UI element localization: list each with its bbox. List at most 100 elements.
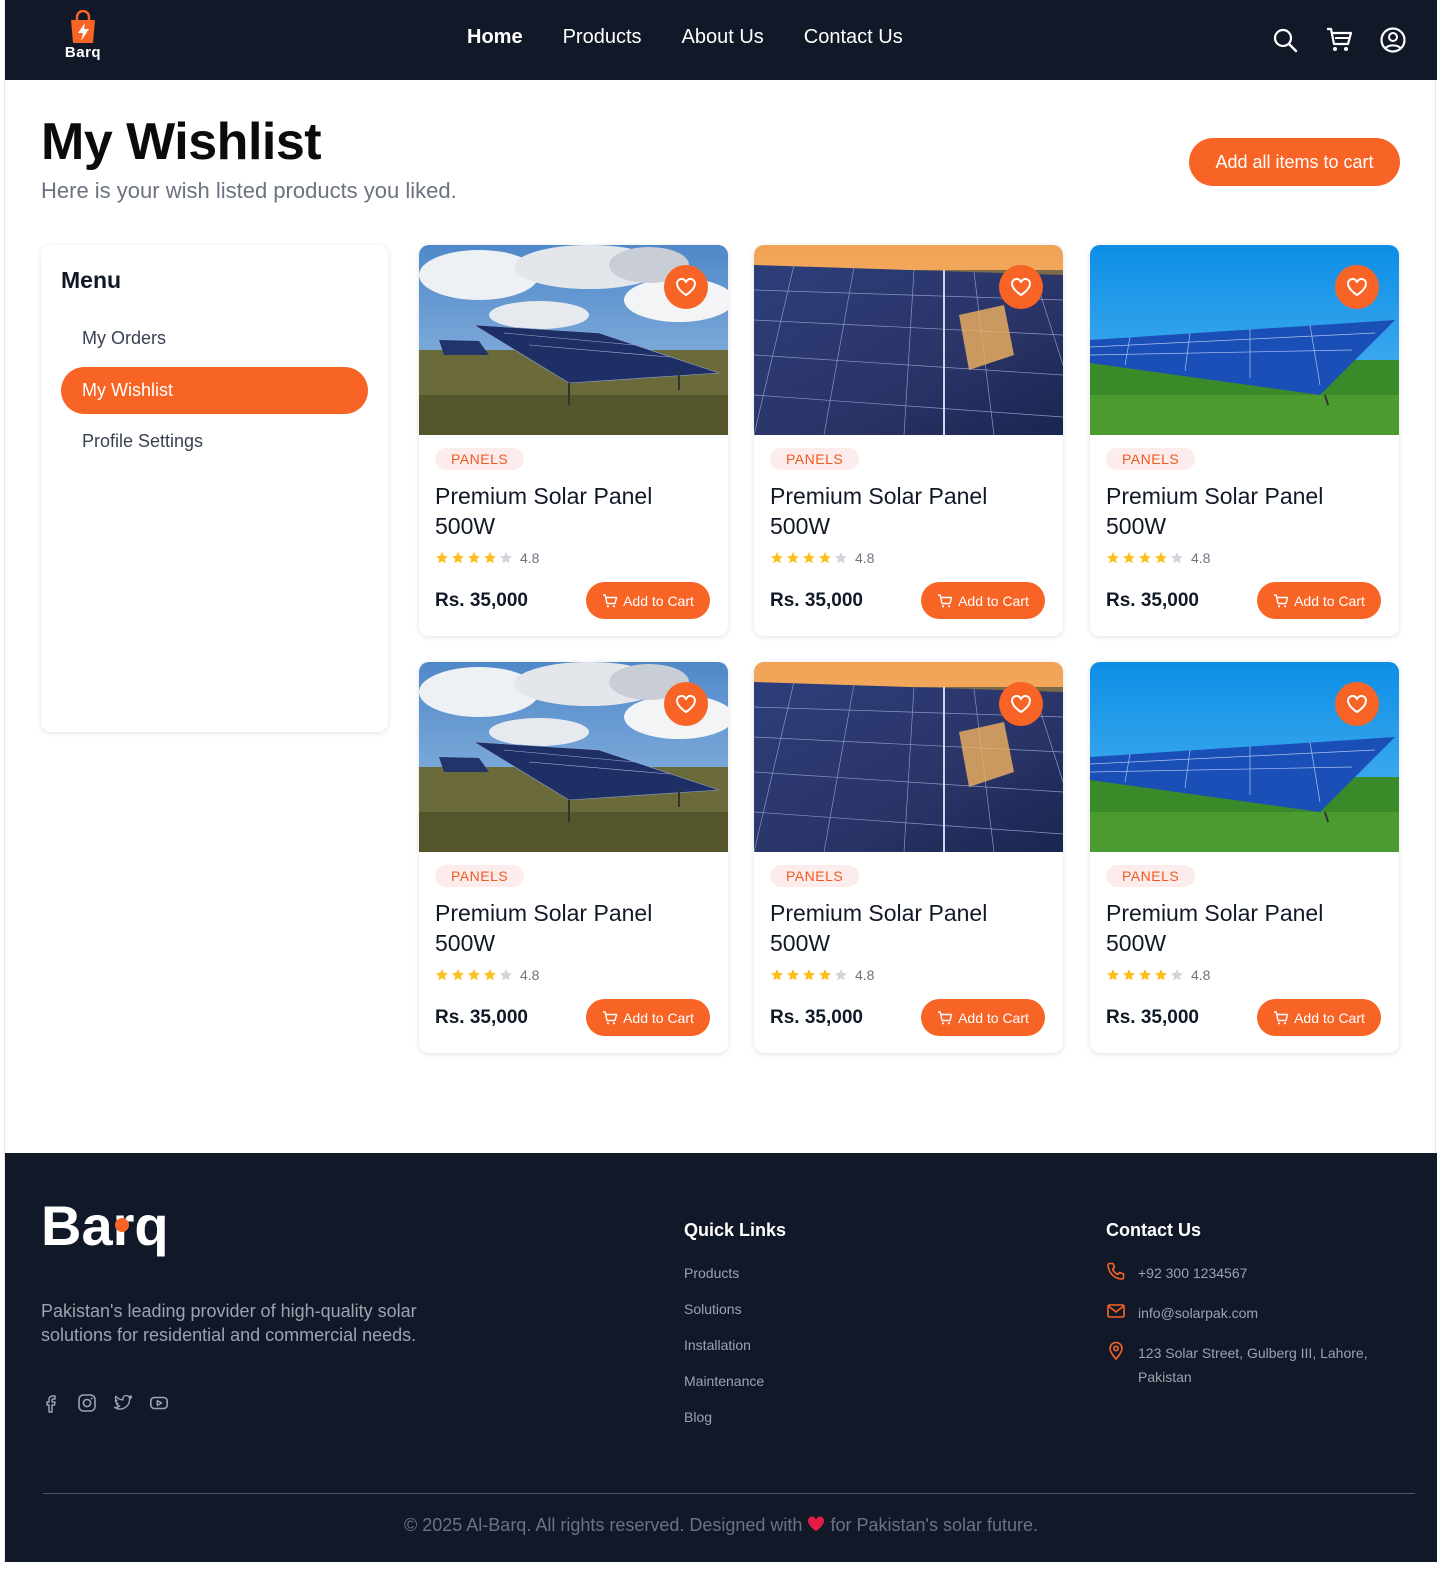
add-to-cart-button[interactable]: Add to Cart — [586, 999, 710, 1036]
contact-email[interactable]: info@solarpak.com — [1106, 1301, 1258, 1325]
add-all-to-cart-button[interactable]: Add all items to cart — [1189, 138, 1400, 186]
phone-icon — [1107, 1262, 1125, 1280]
star-icon — [435, 551, 449, 565]
star-icon — [818, 551, 832, 565]
page-title: My Wishlist — [41, 113, 322, 171]
star-icon — [1122, 551, 1136, 565]
brand-logo[interactable]: Barq — [61, 10, 105, 70]
wishlist-heart-button[interactable] — [1335, 682, 1379, 726]
product-price: Rs. 35,000 — [435, 590, 528, 611]
product-card[interactable]: PANELS Premium Solar Panel 500W 4.8 Rs. … — [754, 245, 1063, 636]
quick-link-blog[interactable]: Blog — [684, 1409, 764, 1445]
product-card[interactable]: PANELS Premium Solar Panel 500W 4.8 Rs. … — [754, 662, 1063, 1053]
product-rating: 4.8 — [435, 550, 539, 566]
contact-phone[interactable]: +92 300 1234567 — [1106, 1261, 1247, 1285]
footer-logo[interactable]: Barq — [41, 1195, 201, 1265]
wishlist-heart-button[interactable] — [1335, 265, 1379, 309]
rating-value: 4.8 — [855, 550, 875, 566]
star-icon — [435, 968, 449, 982]
heart-icon — [1347, 694, 1367, 713]
star-icon — [451, 968, 465, 982]
heart-emoji-icon — [808, 1516, 825, 1531]
twitter-icon[interactable] — [113, 1393, 133, 1413]
wishlist-heart-button[interactable] — [999, 682, 1043, 726]
cart-icon — [603, 593, 618, 607]
shopping-bag-bolt-icon — [71, 10, 95, 43]
quick-link-solutions[interactable]: Solutions — [684, 1301, 764, 1337]
product-rating: 4.8 — [435, 967, 539, 983]
nav-link-home[interactable]: Home — [467, 26, 523, 49]
star-icon — [1154, 968, 1168, 982]
rating-value: 4.8 — [855, 967, 875, 983]
facebook-icon[interactable] — [41, 1393, 61, 1413]
add-to-cart-button[interactable]: Add to Cart — [586, 582, 710, 619]
product-card[interactable]: PANELS Premium Solar Panel 500W 4.8 Rs. … — [419, 662, 728, 1053]
wishlist-heart-button[interactable] — [664, 265, 708, 309]
product-rating: 4.8 — [1106, 967, 1210, 983]
heart-icon — [1347, 277, 1367, 296]
product-price: Rs. 35,000 — [770, 590, 863, 611]
main-nav: Home Products About Us Contact Us — [467, 26, 903, 49]
star-icon — [483, 968, 497, 982]
add-to-cart-button[interactable]: Add to Cart — [921, 999, 1045, 1036]
mail-icon — [1107, 1304, 1125, 1318]
product-title[interactable]: Premium Solar Panel 500W — [1106, 898, 1366, 958]
product-title[interactable]: Premium Solar Panel 500W — [770, 898, 1030, 958]
logo-text: Barq — [64, 44, 102, 61]
product-card[interactable]: PANELS Premium Solar Panel 500W 4.8 Rs. … — [419, 245, 728, 636]
copyright: © 2025 Al-Barq. All rights reserved. Des… — [5, 1515, 1437, 1536]
contact-address-text: 123 Solar Street, Gulberg III, Lahore, P… — [1138, 1345, 1368, 1385]
product-title[interactable]: Premium Solar Panel 500W — [770, 481, 1030, 541]
product-title[interactable]: Premium Solar Panel 500W — [1106, 481, 1366, 541]
add-to-cart-button[interactable]: Add to Cart — [921, 582, 1045, 619]
quick-link-products[interactable]: Products — [684, 1265, 764, 1301]
cart-icon — [603, 1010, 618, 1024]
rating-value: 4.8 — [1191, 550, 1211, 566]
product-title[interactable]: Premium Solar Panel 500W — [435, 481, 695, 541]
cart-icon — [1274, 593, 1289, 607]
search-icon[interactable] — [1271, 26, 1299, 54]
star-icon — [1122, 968, 1136, 982]
product-price: Rs. 35,000 — [770, 1007, 863, 1028]
star-icon — [802, 551, 816, 565]
wishlist-heart-button[interactable] — [999, 265, 1043, 309]
social-links — [41, 1393, 169, 1413]
star-icon — [834, 968, 848, 982]
product-card[interactable]: PANELS Premium Solar Panel 500W 4.8 Rs. … — [1090, 662, 1399, 1053]
star-icon — [1106, 551, 1120, 565]
add-to-cart-label: Add to Cart — [623, 592, 694, 609]
nav-link-contact[interactable]: Contact Us — [804, 26, 903, 49]
star-icon — [499, 968, 513, 982]
sidebar-item-my-orders[interactable]: My Orders — [61, 315, 368, 362]
heart-icon — [1011, 694, 1031, 713]
category-badge: PANELS — [1106, 865, 1196, 887]
sidebar-item-profile-settings[interactable]: Profile Settings — [61, 418, 368, 465]
star-icon — [499, 551, 513, 565]
quick-link-installation[interactable]: Installation — [684, 1337, 764, 1373]
contact-email-text: info@solarpak.com — [1138, 1305, 1259, 1321]
cart-icon — [1274, 1010, 1289, 1024]
wishlist-heart-button[interactable] — [664, 682, 708, 726]
add-to-cart-label: Add to Cart — [623, 1009, 694, 1026]
product-card[interactable]: PANELS Premium Solar Panel 500W 4.8 Rs. … — [1090, 245, 1399, 636]
sidebar-item-my-wishlist[interactable]: My Wishlist — [61, 367, 368, 414]
user-circle-icon[interactable] — [1379, 26, 1407, 54]
page-frame: Barq Home Products About Us Contact Us M… — [4, 0, 1437, 1562]
heart-icon — [676, 277, 696, 296]
cart-icon[interactable] — [1325, 26, 1353, 54]
quick-link-maintenance[interactable]: Maintenance — [684, 1373, 764, 1409]
star-icon — [802, 968, 816, 982]
instagram-icon[interactable] — [77, 1393, 97, 1413]
add-to-cart-button[interactable]: Add to Cart — [1257, 999, 1381, 1036]
navbar: Barq Home Products About Us Contact Us — [5, 0, 1437, 80]
youtube-icon[interactable] — [149, 1393, 169, 1413]
nav-link-about[interactable]: About Us — [682, 26, 764, 49]
add-to-cart-button[interactable]: Add to Cart — [1257, 582, 1381, 619]
contact-phone-text: +92 300 1234567 — [1138, 1265, 1248, 1281]
nav-link-products[interactable]: Products — [563, 26, 642, 49]
star-icon — [770, 968, 784, 982]
rating-value: 4.8 — [520, 967, 540, 983]
star-icon — [1138, 551, 1152, 565]
product-price: Rs. 35,000 — [1106, 590, 1199, 611]
product-title[interactable]: Premium Solar Panel 500W — [435, 898, 695, 958]
